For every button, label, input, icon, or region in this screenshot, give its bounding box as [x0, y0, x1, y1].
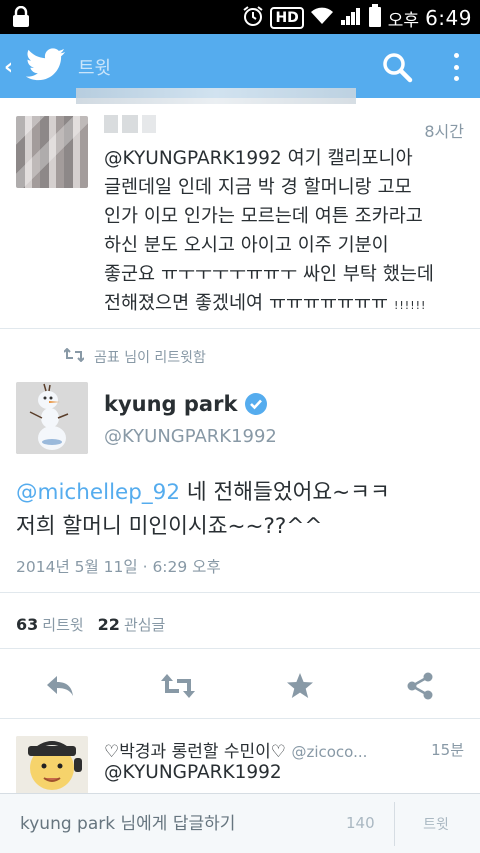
- tweet-actions: [0, 670, 480, 702]
- retweet-icon[interactable]: [161, 670, 195, 702]
- status-bar: HD 오후 6:49: [0, 0, 480, 34]
- tweet-text: @KYUNGPARK1992: [104, 762, 282, 783]
- favorite-star-icon[interactable]: [283, 670, 317, 702]
- tweet-text-line: 전해졌으면 좋겠네여 ㅠㅠㅠㅠㅠㅠㅠ !!!!!!: [104, 289, 464, 320]
- author-name-text[interactable]: ♡박경과 롱런할 수민이♡: [104, 742, 286, 762]
- twitter-bird-icon[interactable]: [25, 48, 66, 86]
- retweet-small-icon: [63, 347, 85, 366]
- divider: [0, 592, 480, 593]
- tweet-timestamp: 8시간: [424, 122, 464, 141]
- author-name[interactable]: kyung park: [104, 392, 268, 416]
- tweet-stats: 63 리트윗 22 관심글: [16, 614, 165, 635]
- tweet-text-last: 전해졌으면 좋겠네여 ㅠㅠㅠㅠㅠㅠㅠ: [104, 293, 389, 314]
- redacted-author: [104, 113, 184, 137]
- cartoon-face: [16, 736, 88, 794]
- verified-badge-icon: [245, 393, 268, 415]
- char-counter: 140: [346, 814, 375, 832]
- favorite-stat-label: 관심글: [123, 616, 166, 634]
- tweet-timestamp: 15분: [431, 741, 464, 759]
- tweet-datetime: 2014년 5월 11일 · 6:29 오후: [16, 558, 221, 576]
- retweet-context-text: 곰표 님이 리트윗함: [94, 350, 206, 366]
- author-name-text[interactable]: kyung park: [104, 392, 237, 416]
- avatar[interactable]: [16, 382, 88, 454]
- reply-bar: 140 트윗: [0, 793, 480, 853]
- favorite-stat[interactable]: 22 관심글: [98, 614, 166, 635]
- divider: [0, 328, 480, 329]
- alarm-icon: [242, 5, 264, 31]
- tweet-text-line: 저희 할머니 미인이시죠~~??^^: [16, 514, 323, 539]
- blurred-region: [76, 88, 356, 104]
- tweet-text-exclaim: !!!!!!: [393, 299, 427, 312]
- tweet-text-line: @michellep_92 네 전해들었어요~ㅋㅋ: [16, 476, 466, 510]
- retweet-count: 63: [16, 615, 39, 634]
- tweet-text-line: 글렌데일 인데 지금 박 경 할머니랑 고모: [104, 177, 412, 198]
- reply-input[interactable]: [8, 804, 330, 844]
- back-arrow-icon[interactable]: ‹: [4, 55, 13, 80]
- tweet-button[interactable]: 트윗: [408, 810, 464, 838]
- retweet-stat-label: 리트윗: [42, 616, 84, 634]
- tweet-text-line: 인가 이모 인가는 모르는데 여튼 조카라고: [104, 206, 423, 227]
- hd-voice-badge: HD: [270, 7, 304, 29]
- author-handle[interactable]: @KYUNGPARK1992: [104, 426, 277, 447]
- more-vert-icon[interactable]: [448, 48, 464, 86]
- tweet-text: @michellep_92 네 전해들었어요~ㅋㅋ 저희 할머니 미인이시죠~~…: [16, 476, 466, 544]
- author-name[interactable]: ♡박경과 롱런할 수민이♡ @zicoco...: [104, 737, 367, 762]
- signal-icon: [340, 6, 362, 30]
- wifi-icon: [310, 6, 334, 30]
- divider: [0, 718, 480, 719]
- share-icon[interactable]: [403, 670, 437, 702]
- avatar[interactable]: [16, 116, 88, 188]
- tweet-text: @KYUNGPARK1992 여기 캘리포니아 글렌데일 인데 지금 박 경 할…: [104, 144, 464, 320]
- divider: [0, 648, 480, 649]
- avatar[interactable]: [16, 736, 88, 794]
- tweet-text-line: 좋군요 ㅠㅜㅜㅜㅜㅠㅠㅜ 싸인 부탁 했는데: [104, 264, 434, 285]
- tweet-text-line: @KYUNGPARK1992 여기 캘리포니아: [104, 148, 413, 169]
- tweet-text-rest: 네 전해들었어요~ㅋㅋ: [180, 480, 390, 505]
- clock-ampm: 오후: [387, 10, 420, 31]
- retweet-stat[interactable]: 63 리트윗: [16, 614, 84, 635]
- lock-icon: [12, 5, 30, 32]
- battery-icon: [368, 4, 382, 32]
- app-bar-title: 트윗: [78, 58, 112, 79]
- author-handle[interactable]: @zicoco...: [291, 743, 367, 761]
- retweet-context: 곰표 님이 리트윗함: [63, 347, 206, 367]
- tweet-text-line: 하신 분도 오시고 아이고 이주 기분이: [104, 235, 389, 256]
- reply-icon[interactable]: [43, 670, 77, 702]
- favorite-count: 22: [97, 615, 120, 634]
- divider: [394, 802, 395, 846]
- mention-link[interactable]: @michellep_92: [16, 480, 180, 505]
- clock-time: 6:49: [425, 6, 472, 30]
- search-icon[interactable]: [380, 50, 414, 84]
- snowman-figure: [16, 382, 88, 454]
